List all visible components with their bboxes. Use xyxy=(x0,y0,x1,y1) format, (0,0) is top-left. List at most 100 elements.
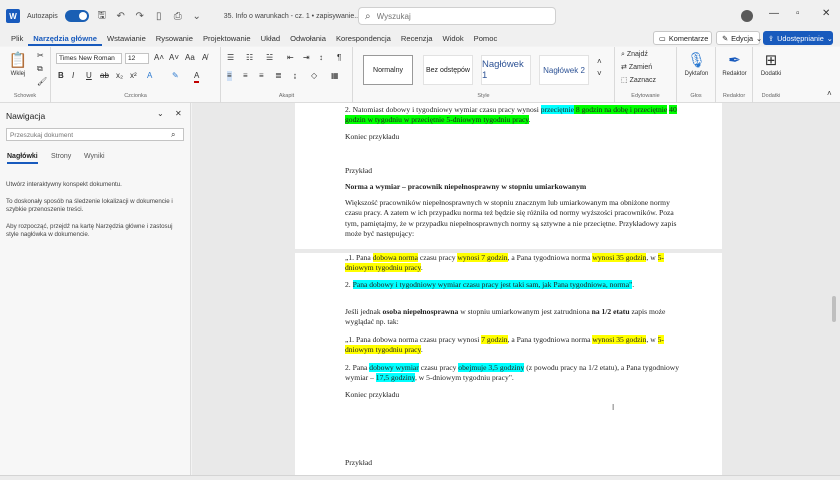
editing-mode-button[interactable]: ✎ Edycja ⌄ xyxy=(716,31,762,45)
undo-icon[interactable]: ↶ xyxy=(115,11,127,22)
global-search-input[interactable] xyxy=(376,11,537,21)
numbering-icon[interactable]: ☷ xyxy=(246,53,253,63)
copy-icon[interactable]: ⧉ xyxy=(37,64,43,74)
tab-projektowanie[interactable]: Projektowanie xyxy=(198,32,256,46)
style-bez-odstepow[interactable]: Bez odstępów xyxy=(423,55,473,85)
italic-icon[interactable]: I xyxy=(72,71,74,81)
text-effects-icon[interactable]: A xyxy=(147,71,152,81)
tab-narzedzia-glowne[interactable]: Narzędzia główne xyxy=(28,32,102,46)
chevron-down-icon[interactable]: ⌄ xyxy=(157,109,164,119)
bold-icon[interactable]: B xyxy=(58,71,64,81)
paragraph-11[interactable]: Koniec przykładu xyxy=(345,390,685,400)
close-window-icon[interactable]: ✕ xyxy=(822,8,830,19)
clipboard-group: 📋 Wklej ✂ ⧉ 🖌 Schowek xyxy=(0,47,51,103)
font-group: Times New Roman 12 A˄ A˅ Aa A̸ B I U ab … xyxy=(51,47,221,103)
select-button[interactable]: ⬚ Zaznacz xyxy=(621,76,656,86)
replace-button[interactable]: ⇄ Zamień xyxy=(621,63,652,73)
maximize-icon[interactable]: ▫ xyxy=(796,8,800,19)
justify-icon[interactable]: ≣ xyxy=(275,71,282,81)
paragraph-4-heading[interactable]: Norma a wymiar – pracownik niepełnospraw… xyxy=(345,182,685,192)
save-icon[interactable]: 🖫 xyxy=(96,8,108,25)
minimize-icon[interactable]: — xyxy=(769,8,779,19)
find-button[interactable]: ⌕ Znajdź xyxy=(621,50,648,60)
navigation-pane: Nawigacja ⌄ ✕ ⌕ Nagłówki Strony Wyniki U… xyxy=(0,103,191,475)
style-normalny[interactable]: Normalny xyxy=(363,55,413,85)
tab-recenzja[interactable]: Recenzja xyxy=(396,32,438,46)
tab-wstawianie[interactable]: Wstawianie xyxy=(102,32,151,46)
comments-button[interactable]: ▭ Komentarze xyxy=(653,31,712,45)
paste-button[interactable]: 📋 Wklej xyxy=(6,51,30,77)
tab-korespondencja[interactable]: Korespondencja xyxy=(331,32,396,46)
tab-odwolania[interactable]: Odwołania xyxy=(285,32,331,46)
tab-wyniki[interactable]: Wyniki xyxy=(84,153,105,160)
autosave-toggle[interactable] xyxy=(64,10,89,22)
user-icon[interactable] xyxy=(741,10,753,22)
vertical-scrollbar[interactable] xyxy=(832,296,836,322)
navigation-search-input[interactable] xyxy=(7,130,167,141)
paragraph-6[interactable]: „1. Pana dobowa norma czasu pracy wynosi… xyxy=(345,253,685,274)
sort-icon[interactable]: ↕ xyxy=(319,53,323,63)
paragraph-3[interactable]: Przykład xyxy=(345,166,685,176)
print-icon[interactable]: ⎙ xyxy=(172,11,184,22)
share-button[interactable]: ⇪ Udostępnianie ⌄ xyxy=(763,31,833,45)
tab-plik[interactable]: Plik xyxy=(6,32,28,46)
clear-formatting-icon[interactable]: A̸ xyxy=(202,53,207,63)
font-size-select[interactable]: 12 xyxy=(125,53,149,64)
navigation-search-box[interactable]: ⌕ xyxy=(6,128,184,141)
bullets-icon[interactable]: ☰ xyxy=(227,53,234,63)
document-canvas[interactable]: 2. Natomiast dobowy i tygodniowy wymiar … xyxy=(192,103,840,475)
grow-font-icon[interactable]: A˄ xyxy=(154,53,164,63)
global-search-box[interactable]: ⌕ xyxy=(358,7,556,25)
decrease-indent-icon[interactable]: ⇤ xyxy=(287,53,294,63)
borders-icon[interactable]: ▦ xyxy=(331,71,339,81)
paragraph-8[interactable]: Jeśli jednak osoba niepełnosprawna w sto… xyxy=(345,307,685,328)
styles-scroll-up-icon[interactable]: ˄ xyxy=(597,57,602,67)
editor-button[interactable]: ✒ Redaktor xyxy=(718,51,751,77)
tab-naglowki[interactable]: Nagłówki xyxy=(7,153,38,164)
file-icon[interactable]: ▯ xyxy=(153,11,165,22)
shrink-font-icon[interactable]: A˅ xyxy=(169,53,179,63)
align-left-icon[interactable]: ≡ xyxy=(227,71,232,81)
multilevel-list-icon[interactable]: ☱ xyxy=(266,53,273,63)
paragraph-9[interactable]: „1. Pana dobowa norma czasu pracy wynosi… xyxy=(345,335,685,356)
underline-icon[interactable]: U xyxy=(86,71,92,81)
subscript-icon[interactable]: x₂ xyxy=(116,71,123,81)
tab-uklad[interactable]: Układ xyxy=(256,32,285,46)
highlight-icon[interactable]: ✎ xyxy=(172,71,179,81)
search-icon[interactable]: ⌕ xyxy=(171,130,175,140)
strikethrough-icon[interactable]: ab xyxy=(100,71,109,81)
ribbon-collapse-icon[interactable]: ˄ xyxy=(827,89,832,99)
tab-pomoc[interactable]: Pomoc xyxy=(469,32,503,46)
document-title[interactable]: 35. Info o warunkach - cz. 1 • zapisywan… xyxy=(224,13,360,20)
cut-icon[interactable]: ✂ xyxy=(37,51,44,61)
close-icon[interactable]: ✕ xyxy=(175,109,182,119)
addins-button[interactable]: ⊞ Dodatki xyxy=(755,51,787,77)
styles-scroll-down-icon[interactable]: ˅ xyxy=(597,69,602,79)
paragraph-1[interactable]: 2. Natomiast dobowy i tygodniowy wymiar … xyxy=(345,105,685,126)
superscript-icon[interactable]: x² xyxy=(130,71,137,81)
redo-icon[interactable]: ↷ xyxy=(134,11,146,22)
format-painter-icon[interactable]: 🖌 xyxy=(37,77,47,87)
font-color-icon[interactable]: A xyxy=(194,71,200,83)
dictate-button[interactable]: 🎙 Dyktafon xyxy=(680,51,713,77)
style-naglowek-1[interactable]: Nagłówek 1 xyxy=(481,55,531,85)
shading-icon[interactable]: ◇ xyxy=(311,71,317,81)
pilcrow-icon[interactable]: ¶ xyxy=(337,53,341,63)
style-naglowek-2[interactable]: Nagłówek 2 xyxy=(539,55,589,85)
align-right-icon[interactable]: ≡ xyxy=(259,71,264,81)
font-name-select[interactable]: Times New Roman xyxy=(56,53,122,64)
paragraph-12[interactable]: Przykład xyxy=(345,458,685,468)
paragraph-7[interactable]: 2. Pana dobowy i tygodniowy wymiar czasu… xyxy=(345,280,685,290)
increase-indent-icon[interactable]: ⇥ xyxy=(303,53,310,63)
paragraph-10[interactable]: 2. Pana dobowy wymiar czasu pracy obejmu… xyxy=(345,363,685,384)
tab-rysowanie[interactable]: Rysowanie xyxy=(151,32,198,46)
paragraph-5[interactable]: Większość pracowników niepełnosprawnych … xyxy=(345,198,685,240)
paragraph-2[interactable]: Koniec przykładu xyxy=(345,132,685,142)
tab-widok[interactable]: Widok xyxy=(438,32,469,46)
align-center-icon[interactable]: ≡ xyxy=(243,71,248,81)
line-spacing-icon[interactable]: ↨ xyxy=(293,71,297,81)
tab-strony[interactable]: Strony xyxy=(51,153,71,160)
change-case-icon[interactable]: Aa xyxy=(185,53,195,63)
chevron-down-icon[interactable]: ⌄ xyxy=(191,11,203,22)
document-page-2[interactable]: „1. Pana dobowa norma czasu pracy wynosi… xyxy=(295,253,722,475)
